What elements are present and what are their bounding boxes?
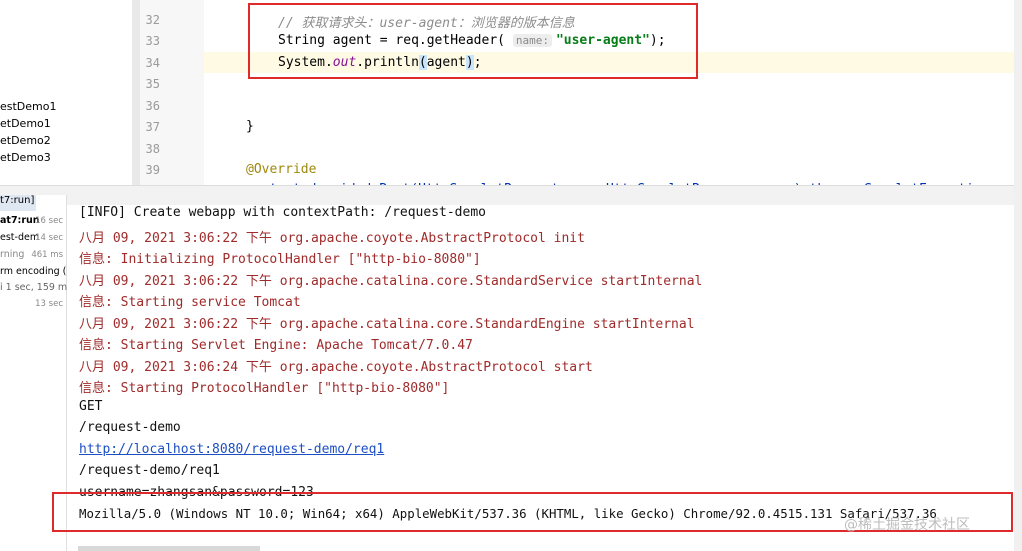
code-line-37: } [246, 119, 254, 134]
console-line: /request-demo [79, 420, 181, 435]
tree-scrollbar[interactable] [132, 0, 140, 190]
line-number: 35 [145, 77, 160, 91]
run-row-label: at7:run [0, 215, 40, 226]
line-number: 32 [145, 13, 160, 27]
run-row-time: 16 sec [35, 216, 63, 226]
console-line: /request-demo/req1 [79, 463, 220, 478]
console-horizontal-scrollbar[interactable] [78, 546, 260, 551]
tree-item-requestdemo1[interactable]: estDemo1 [0, 100, 57, 113]
tree-item-servletdemo3[interactable]: etDemo3 [0, 151, 51, 164]
run-row-label: est-dem [0, 232, 40, 243]
line-number: 38 [145, 142, 160, 156]
console-line: GET [79, 399, 103, 414]
code-annotation: @Override [246, 162, 317, 177]
console-line: 八月 09, 2021 3:06:22 下午 org.apache.coyote… [79, 231, 585, 246]
run-tree-row[interactable]: at7:run [0, 215, 40, 226]
right-scrollbar[interactable] [1014, 0, 1022, 551]
console-line: 信息: Starting Servlet Engine: Apache Tomc… [79, 338, 473, 353]
run-tab[interactable]: t7:run] [0, 195, 36, 211]
console-line: 八月 09, 2021 3:06:22 下午 org.apache.catali… [79, 317, 695, 332]
watermark: @稀土掘金技术社区 [844, 517, 970, 533]
code-highlight-box [248, 3, 698, 79]
console-line: 八月 09, 2021 3:06:22 下午 org.apache.catali… [79, 274, 703, 289]
run-row-time: 13 sec [35, 299, 63, 309]
line-number: 39 [145, 163, 160, 177]
run-row-time: 461 ms [31, 250, 63, 260]
run-tree-row[interactable]: est-dem [0, 232, 39, 243]
console-line: 信息: Starting service Tomcat [79, 295, 301, 310]
run-row-time: 14 sec [35, 233, 63, 243]
line-number: 37 [145, 120, 160, 134]
console-line: 信息: Starting ProtocolHandler ["http-bio-… [79, 381, 450, 396]
tree-item-servletdemo2[interactable]: etDemo2 [0, 134, 51, 147]
line-number: 34 [145, 56, 160, 70]
run-tree-row[interactable]: i 1 sec, 159 ms [0, 282, 72, 293]
run-tree-row[interactable]: rm encoding ( [0, 266, 66, 277]
console-line: 八月 09, 2021 3:06:24 下午 org.apache.coyote… [79, 360, 593, 375]
console-line: 信息: Initializing ProtocolHandler ["http-… [79, 252, 481, 267]
run-tree-row[interactable]: rning [0, 249, 24, 260]
console-line: [INFO] Create webapp with contextPath: /… [79, 205, 486, 220]
line-number: 36 [145, 99, 160, 113]
run-row-label: rm encoding ( [0, 266, 67, 277]
tree-item-servletdemo1[interactable]: etDemo1 [0, 117, 51, 130]
run-row-label: i 1 sec, 159 ms [0, 282, 73, 293]
console-link[interactable]: http://localhost:8080/request-demo/req1 [79, 442, 384, 457]
line-number: 33 [145, 34, 160, 48]
editor-gutter: 32 33 34 35 36 37 38 39 40 [140, 0, 204, 197]
run-row-label: rning [0, 249, 25, 260]
project-tree: estDemo1 etDemo1 etDemo2 etDemo3 [0, 0, 138, 190]
